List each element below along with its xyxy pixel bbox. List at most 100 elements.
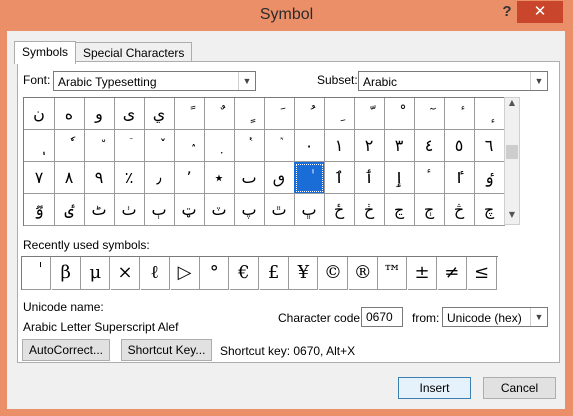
chevron-down-icon[interactable]: ▼ bbox=[530, 308, 547, 326]
symbol-cell[interactable]: ٘ bbox=[84, 130, 115, 162]
scroll-down-icon[interactable]: ▼ bbox=[505, 210, 519, 224]
symbol-cell[interactable]: ٜ bbox=[204, 130, 235, 162]
symbol-cell[interactable]: ٌ bbox=[204, 98, 235, 130]
symbol-cell[interactable]: ٵ bbox=[444, 162, 475, 194]
symbol-cell[interactable]: ِ bbox=[324, 98, 355, 130]
symbol-cell[interactable]: ٭ bbox=[204, 162, 235, 194]
chevron-down-icon[interactable]: ▼ bbox=[530, 72, 547, 90]
symbol-cell[interactable]: ځ bbox=[324, 194, 355, 226]
autocorrect-button[interactable]: AutoCorrect... bbox=[22, 339, 110, 361]
symbol-cell[interactable]: ٕ bbox=[474, 98, 505, 130]
recent-symbol-cell[interactable]: © bbox=[319, 257, 348, 290]
symbol-cell[interactable]: ُ bbox=[294, 98, 325, 130]
chevron-down-icon[interactable]: ▼ bbox=[238, 72, 255, 90]
symbol-cell[interactable]: ٶ bbox=[474, 162, 505, 194]
recent-symbol-cell[interactable]: ℓ bbox=[140, 257, 170, 290]
symbol-cell[interactable]: ٰ bbox=[294, 162, 325, 194]
symbol-cell[interactable]: ى bbox=[114, 98, 145, 130]
symbol-grid[interactable]: نهوىيًٌٍَُِّْٕٖٜٓٔٗ٘ٙٚٛٝٞ٠١٢٣٤٥٦ ٧٨٩٪٫٬٭ٮ… bbox=[23, 97, 505, 226]
cancel-button[interactable]: Cancel bbox=[483, 377, 556, 399]
symbol-cell[interactable]: ٿ bbox=[264, 194, 295, 226]
symbol-cell[interactable]: ٤ bbox=[414, 130, 445, 162]
symbol-cell[interactable]: ڄ bbox=[414, 194, 445, 226]
char-code-input[interactable]: 0670 bbox=[361, 307, 403, 327]
symbol-cell[interactable]: ٹ bbox=[84, 194, 115, 226]
symbol-cell[interactable]: ٷ bbox=[24, 194, 55, 226]
recent-symbol-cell[interactable]: μ bbox=[81, 257, 111, 290]
symbol-cell[interactable]: ٨ bbox=[54, 162, 85, 194]
recent-symbol-cell[interactable]: β bbox=[51, 257, 81, 290]
symbol-cell[interactable]: ً bbox=[174, 98, 205, 130]
symbol-cell[interactable]: ١ bbox=[324, 130, 355, 162]
close-button[interactable]: ✕ bbox=[517, 1, 563, 23]
recent-symbol-cell[interactable]: ▷ bbox=[170, 257, 200, 290]
symbol-cell[interactable]: ن bbox=[24, 98, 55, 130]
symbol-cell[interactable]: ٓ bbox=[414, 98, 445, 130]
symbol-cell[interactable]: ٸ bbox=[54, 194, 85, 226]
symbol-cell[interactable]: ټ bbox=[174, 194, 205, 226]
tab-special-characters[interactable]: Special Characters bbox=[75, 42, 193, 63]
symbol-cell[interactable]: ٦ bbox=[474, 130, 505, 162]
symbol-cell[interactable]: ٠ bbox=[294, 130, 325, 162]
symbol-cell[interactable]: ٴ bbox=[414, 162, 445, 194]
scroll-thumb[interactable] bbox=[506, 145, 518, 159]
symbol-cell[interactable]: ٯ bbox=[264, 162, 295, 194]
recent-symbol-cell[interactable]: ≠ bbox=[437, 257, 467, 290]
recent-symbol-cell[interactable]: ± bbox=[408, 257, 438, 290]
recent-symbol-cell[interactable]: ≤ bbox=[467, 257, 497, 290]
symbol-cell[interactable]: ٣ bbox=[384, 130, 415, 162]
symbol-cell[interactable]: ٱ bbox=[324, 162, 355, 194]
symbol-cell[interactable]: ٽ bbox=[204, 194, 235, 226]
recent-symbol-cell[interactable]: ™ bbox=[378, 257, 408, 290]
symbol-cell[interactable]: ي bbox=[144, 98, 175, 130]
symbol-cell[interactable]: ڂ bbox=[354, 194, 385, 226]
recent-symbol-cell[interactable]: £ bbox=[259, 257, 289, 290]
symbol-cell[interactable]: ٲ bbox=[354, 162, 385, 194]
symbol-cell[interactable]: ٳ bbox=[384, 162, 415, 194]
symbol-cell[interactable]: پ bbox=[234, 194, 265, 226]
font-select[interactable]: Arabic Typesetting ▼ bbox=[53, 71, 256, 91]
recent-symbol-cell[interactable]: ® bbox=[348, 257, 378, 290]
symbol-cell[interactable]: ْ bbox=[384, 98, 415, 130]
symbol-cell[interactable]: ٺ bbox=[114, 194, 145, 226]
symbol-cell[interactable]: ڀ bbox=[294, 194, 325, 226]
symbol-cell[interactable]: ٍ bbox=[234, 98, 265, 130]
symbol-cell[interactable]: ٻ bbox=[144, 194, 175, 226]
symbol-cell[interactable]: ٚ bbox=[144, 130, 175, 162]
symbol-cell[interactable]: ّ bbox=[354, 98, 385, 130]
symbol-cell[interactable]: ه bbox=[54, 98, 85, 130]
scroll-up-icon[interactable]: ▲ bbox=[505, 98, 519, 112]
subset-select[interactable]: Arabic ▼ bbox=[358, 71, 548, 91]
symbol-cell[interactable]: ڃ bbox=[384, 194, 415, 226]
recent-symbol-cell[interactable]: ¥ bbox=[289, 257, 319, 290]
symbol-cell[interactable]: ٩ bbox=[84, 162, 115, 194]
insert-button[interactable]: Insert bbox=[398, 377, 471, 399]
recent-symbol-cell[interactable]: × bbox=[111, 257, 141, 290]
symbol-cell[interactable]: ٧ bbox=[24, 162, 55, 194]
help-button[interactable]: ? bbox=[497, 3, 517, 23]
symbol-cell[interactable]: ٔ bbox=[444, 98, 475, 130]
from-select[interactable]: Unicode (hex) ▼ bbox=[442, 307, 548, 327]
symbol-cell[interactable]: ٛ bbox=[174, 130, 205, 162]
symbol-cell[interactable]: ٮ bbox=[234, 162, 265, 194]
symbol-cell[interactable]: ٖ bbox=[24, 130, 55, 162]
symbol-cell[interactable]: چ bbox=[474, 194, 505, 226]
recent-symbol-cell[interactable]: ٰ bbox=[22, 257, 51, 290]
grid-scrollbar[interactable]: ▲ ▼ bbox=[504, 97, 520, 225]
symbol-cell[interactable]: څ bbox=[444, 194, 475, 226]
symbol-cell[interactable]: ٗ bbox=[54, 130, 85, 162]
symbol-cell[interactable]: و bbox=[84, 98, 115, 130]
symbol-cell[interactable]: َ bbox=[264, 98, 295, 130]
symbol-cell[interactable]: ٙ bbox=[114, 130, 145, 162]
symbol-cell[interactable]: ٬ bbox=[174, 162, 205, 194]
recent-symbol-cell[interactable]: ° bbox=[200, 257, 230, 290]
recent-symbols[interactable]: ٰβμ×ℓ▷°€£¥©®™±≠≤ bbox=[21, 256, 498, 290]
symbol-cell[interactable]: ٥ bbox=[444, 130, 475, 162]
symbol-cell[interactable]: ٝ bbox=[234, 130, 265, 162]
symbol-cell[interactable]: ٪ bbox=[114, 162, 145, 194]
symbol-cell[interactable]: ٞ bbox=[264, 130, 295, 162]
symbol-cell[interactable]: ٫ bbox=[144, 162, 175, 194]
shortcut-key-button[interactable]: Shortcut Key... bbox=[121, 339, 212, 361]
tab-symbols[interactable]: Symbols bbox=[14, 41, 77, 64]
symbol-cell[interactable]: ٢ bbox=[354, 130, 385, 162]
